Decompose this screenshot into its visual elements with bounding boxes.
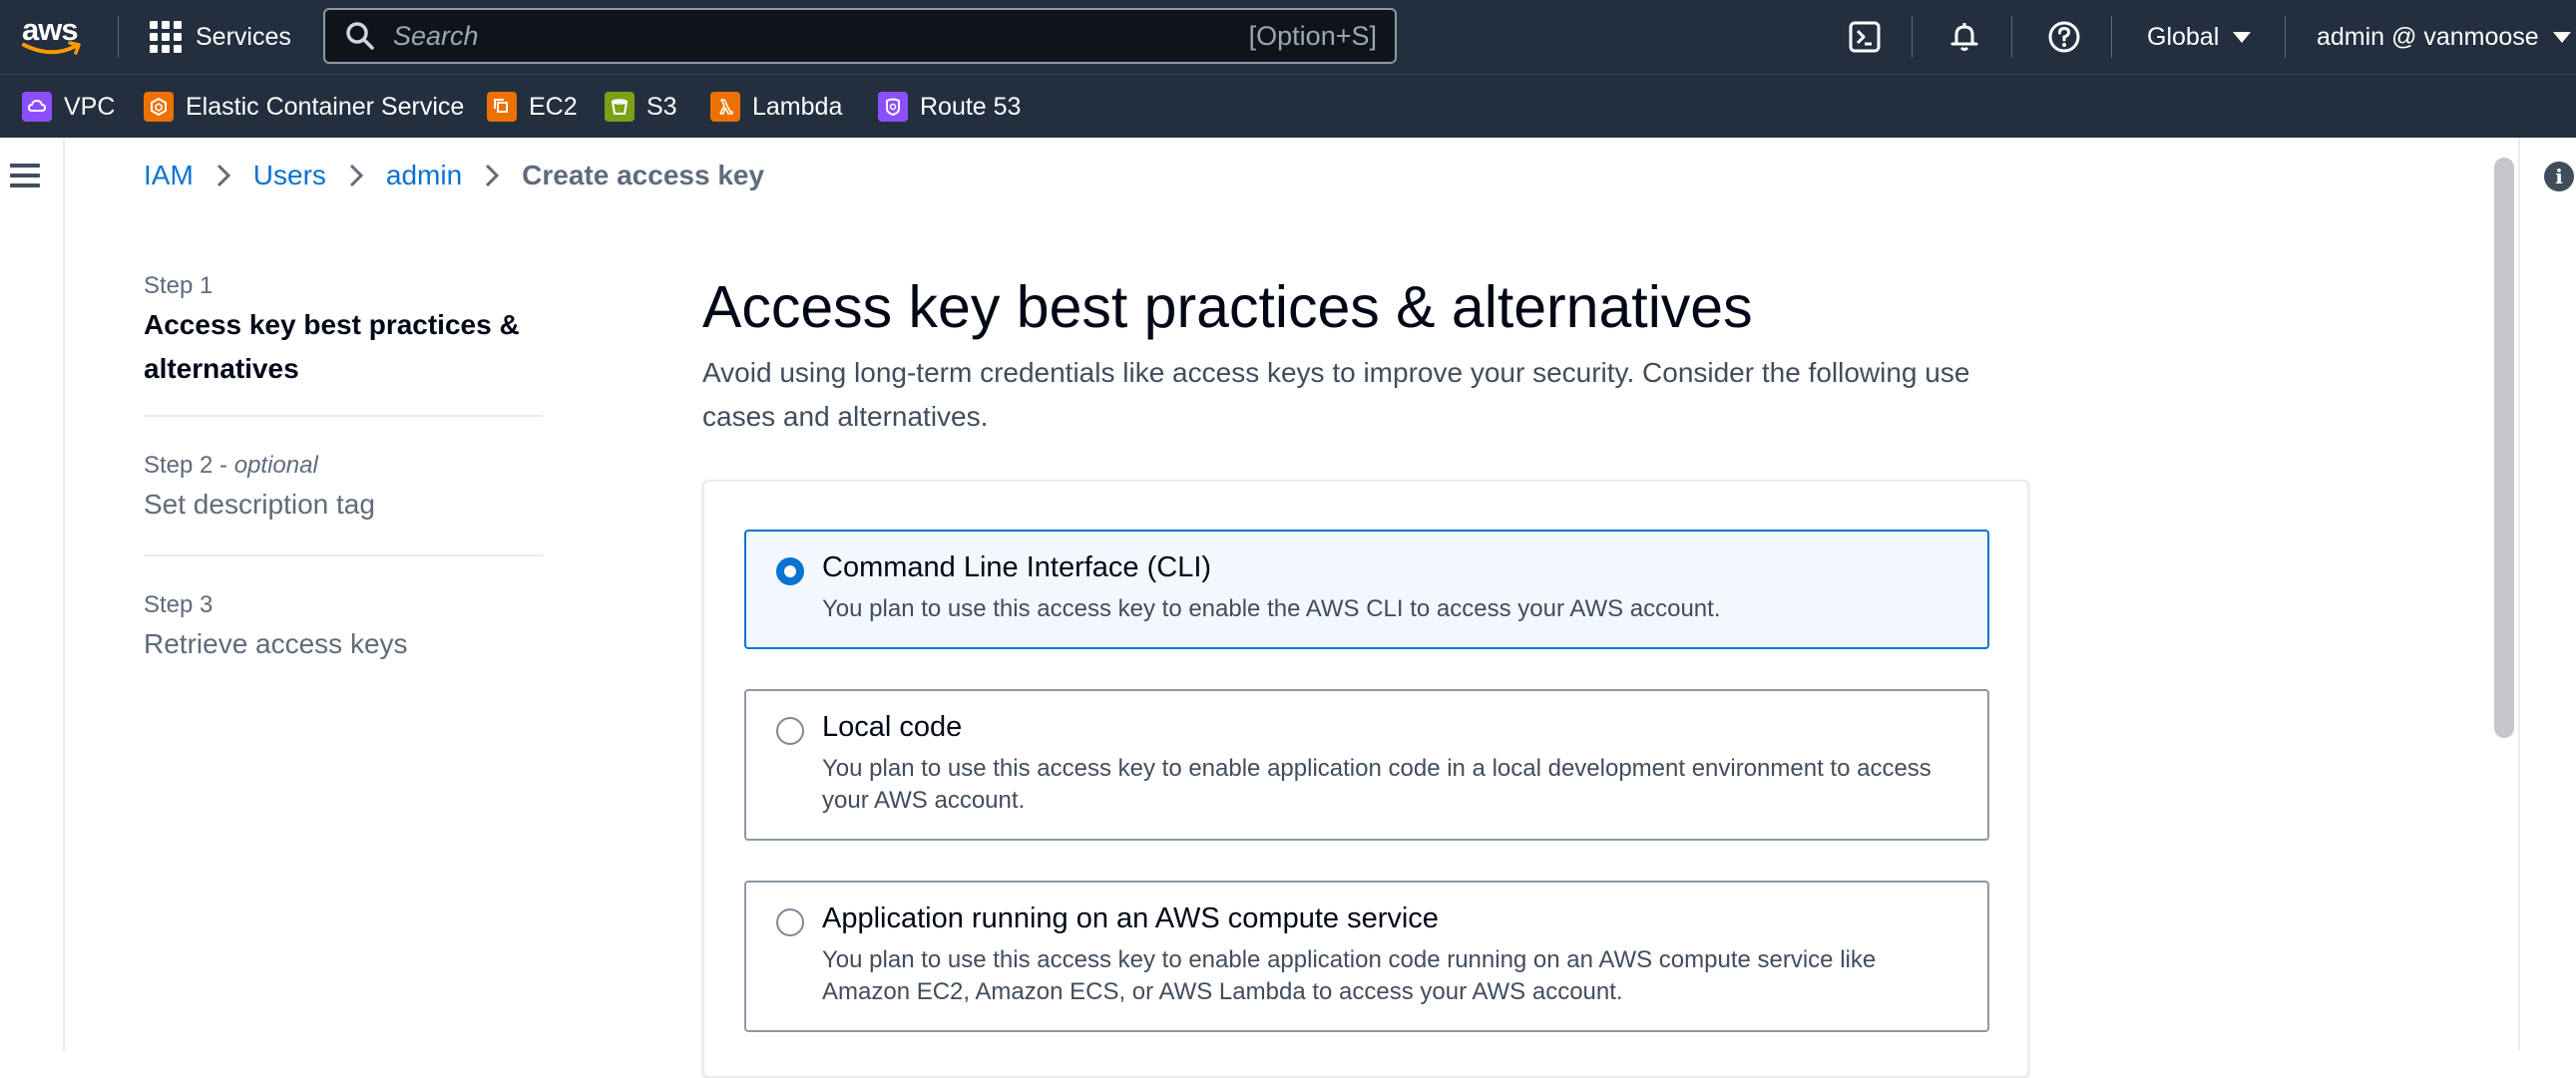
radio-button-cli[interactable] <box>776 557 804 585</box>
step-number: Step 3 <box>144 591 214 618</box>
step-title: Retrieve access keys <box>144 628 408 659</box>
favorite-ec2[interactable]: EC2 <box>487 89 578 125</box>
top-navigation: aws Services [Option+S] <box>0 0 2576 74</box>
favorite-label: Elastic Container Service <box>186 92 465 121</box>
nav-divider <box>1912 16 1913 58</box>
chevron-right-icon <box>484 163 500 188</box>
wizard-steps: Step 1 Access key best practices & alter… <box>144 269 543 666</box>
region-label: Global <box>2147 22 2220 51</box>
favorite-vpc[interactable]: VPC <box>22 89 115 125</box>
aws-smile-icon <box>22 41 81 55</box>
option-description: You plan to use this access key to enabl… <box>822 595 1721 622</box>
services-menu-button[interactable]: Services <box>150 16 291 58</box>
nav-divider <box>118 16 119 58</box>
search-icon <box>346 22 374 50</box>
favorite-label: EC2 <box>529 92 578 121</box>
vpc-icon <box>22 92 52 122</box>
breadcrumb-link-iam[interactable]: IAM <box>144 160 194 191</box>
search-shortcut-hint: [Option+S] <box>1248 20 1377 51</box>
wizard-step-1: Step 1 Access key best practices & alter… <box>144 269 543 417</box>
option-title: Local code <box>822 711 963 743</box>
cloudshell-icon <box>1849 21 1881 53</box>
info-icon[interactable]: i <box>2544 162 2574 191</box>
radio-button-aws-compute[interactable] <box>776 908 804 936</box>
favorite-lambda[interactable]: Lambda <box>710 89 842 125</box>
step-number-label: Step 2 - <box>144 452 234 479</box>
favorite-label: S3 <box>646 92 677 121</box>
step-number: Step 2 - optional <box>144 449 543 483</box>
use-case-container: Command Line Interface (CLI) You plan to… <box>702 480 2029 1078</box>
wizard-step-3: Step 3 Retrieve access keys <box>144 556 543 666</box>
account-label: admin @ vanmoose <box>2317 22 2539 51</box>
favorite-label: VPC <box>64 92 116 121</box>
favorite-label: Route 53 <box>920 92 1022 121</box>
help-button[interactable] <box>2043 16 2085 58</box>
favorite-s3[interactable]: S3 <box>605 89 677 125</box>
page-title: Access key best practices & alternatives <box>702 274 1753 340</box>
favorite-ecs[interactable]: Elastic Container Service <box>144 89 464 125</box>
step-title[interactable]: Access key best practices & alternatives <box>144 303 543 391</box>
step-optional-label: optional <box>233 452 318 479</box>
nav-divider <box>2111 16 2112 58</box>
services-grid-icon <box>150 21 182 53</box>
option-tile-aws-compute[interactable]: Application running on an AWS compute se… <box>744 881 1989 1032</box>
breadcrumb-link-admin[interactable]: admin <box>386 160 462 191</box>
favorites-bar: VPC Elastic Container Service EC2 S3 Lam… <box>0 74 2576 138</box>
services-label: Services <box>196 22 291 51</box>
bell-icon <box>1950 23 1978 51</box>
nav-divider <box>2011 16 2012 58</box>
notifications-button[interactable] <box>1943 16 1985 58</box>
ecs-icon <box>144 92 174 122</box>
search-input[interactable] <box>391 19 1249 53</box>
right-rail: i <box>2518 138 2576 1051</box>
radio-button-local-code[interactable] <box>776 717 804 745</box>
search-bar[interactable]: [Option+S] <box>323 8 1397 64</box>
step-title: Set description tag <box>144 489 375 520</box>
nav-divider <box>2285 16 2286 58</box>
chevron-right-icon <box>215 163 231 188</box>
option-description: You plan to use this access key to enabl… <box>822 946 1877 1005</box>
lambda-icon <box>710 92 740 122</box>
chevron-down-icon <box>2233 31 2252 43</box>
wizard-step-2: Step 2 - optional Set description tag <box>144 417 543 556</box>
option-tile-cli[interactable]: Command Line Interface (CLI) You plan to… <box>744 530 1989 649</box>
ec2-icon <box>487 92 517 122</box>
aws-logo[interactable]: aws <box>20 12 84 60</box>
option-description: You plan to use this access key to enabl… <box>822 755 1932 814</box>
chevron-down-icon <box>2552 31 2571 43</box>
favorite-route53[interactable]: Route 53 <box>878 89 1021 125</box>
breadcrumb: IAM Users admin Create access key <box>144 156 764 195</box>
option-title: Command Line Interface (CLI) <box>822 551 1212 583</box>
step-number: Step 1 <box>144 272 214 299</box>
account-menu[interactable]: admin @ vanmoose <box>2317 16 2571 58</box>
hamburger-menu-icon[interactable] <box>10 164 40 193</box>
chevron-right-icon <box>348 163 364 188</box>
breadcrumb-current: Create access key <box>522 160 765 190</box>
option-tile-local-code[interactable]: Local code You plan to use this access k… <box>744 689 1989 841</box>
favorite-label: Lambda <box>752 92 843 121</box>
s3-icon <box>605 92 635 122</box>
breadcrumb-link-users[interactable]: Users <box>253 160 326 191</box>
scrollbar-thumb[interactable] <box>2494 158 2514 738</box>
route53-icon <box>878 92 908 122</box>
option-title: Application running on an AWS compute se… <box>822 902 1439 934</box>
cloudshell-button[interactable] <box>1844 16 1886 58</box>
page-description: Avoid using long-term credentials like a… <box>702 357 1970 432</box>
region-selector[interactable]: Global <box>2147 16 2252 58</box>
help-icon <box>2048 21 2080 53</box>
left-rail <box>0 138 65 1051</box>
